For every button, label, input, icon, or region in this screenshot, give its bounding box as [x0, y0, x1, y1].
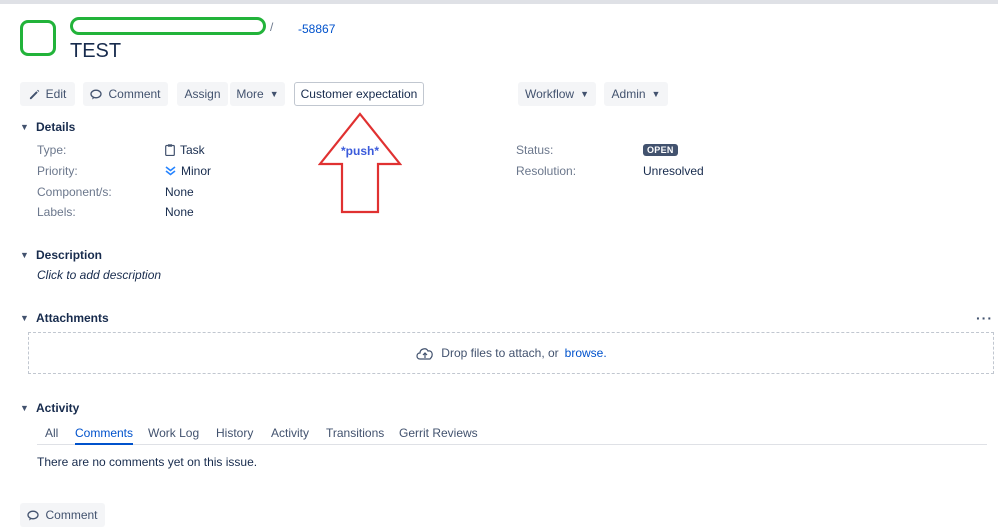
priority-minor-icon	[165, 166, 176, 176]
pencil-icon	[29, 89, 39, 99]
status-badge: OPEN	[643, 144, 678, 156]
tab-all[interactable]: All	[45, 426, 58, 443]
more-button-label: More	[236, 87, 264, 101]
annotation-arrow-up	[318, 112, 402, 214]
workflow-dropdown-button[interactable]: Workflow ▼	[518, 82, 596, 106]
breadcrumb-issue-key[interactable]: -58867	[298, 22, 335, 36]
dropzone-text: Drop files to attach, or	[441, 346, 559, 360]
type-value: Task	[165, 143, 205, 157]
more-dropdown-button[interactable]: More ▼	[230, 82, 285, 106]
priority-label: Priority:	[37, 164, 78, 178]
cloud-upload-icon	[416, 348, 434, 360]
chevron-down-icon: ▼	[20, 122, 29, 132]
annotation-label: *push*	[340, 144, 379, 158]
top-border	[0, 0, 998, 4]
admin-dropdown-button[interactable]: Admin ▼	[604, 82, 668, 106]
tab-work-log[interactable]: Work Log	[148, 426, 199, 443]
tab-activity[interactable]: Activity	[271, 426, 309, 443]
add-comment-button-label: Comment	[45, 508, 98, 522]
comment-icon	[27, 510, 40, 520]
description-heading: Description	[36, 248, 103, 262]
page-title: TEST	[70, 40, 122, 62]
chevron-down-icon: ▼	[269, 89, 279, 99]
browse-link[interactable]: browse.	[565, 346, 607, 360]
status-label: Status:	[516, 143, 554, 157]
attachments-heading: Attachments	[36, 311, 109, 325]
assign-button-label: Assign	[184, 87, 221, 101]
chevron-down-icon: ▼	[580, 89, 590, 99]
add-comment-button[interactable]: Comment	[20, 503, 105, 527]
customer-expectation-label: Customer expectation	[300, 87, 418, 101]
components-label: Component/s:	[37, 185, 112, 199]
priority-value-text: Minor	[181, 164, 212, 178]
workflow-button-label: Workflow	[524, 87, 575, 101]
chevron-down-icon: ▼	[20, 403, 29, 413]
details-heading: Details	[36, 120, 76, 134]
comment-icon	[90, 89, 103, 99]
labels-value: None	[165, 205, 194, 219]
tab-gerrit-reviews[interactable]: Gerrit Reviews	[399, 426, 478, 443]
comment-button-label: Comment	[108, 87, 161, 101]
customer-expectation-button[interactable]: Customer expectation	[294, 82, 424, 106]
type-label: Type:	[37, 143, 67, 157]
attachments-section-toggle[interactable]: ▼ Attachments	[20, 311, 109, 325]
edit-button[interactable]: Edit	[20, 82, 75, 106]
comment-button[interactable]: Comment	[83, 82, 168, 106]
admin-button-label: Admin	[611, 87, 646, 101]
resolution-value: Unresolved	[643, 164, 704, 178]
description-section-toggle[interactable]: ▼ Description	[20, 248, 102, 262]
type-value-text: Task	[180, 143, 205, 157]
edit-button-label: Edit	[45, 87, 67, 101]
priority-value: Minor	[165, 164, 211, 178]
attachment-dropzone[interactable]: Drop files to attach, or browse.	[28, 332, 994, 374]
chevron-down-icon: ▼	[20, 250, 29, 260]
details-section-toggle[interactable]: ▼ Details	[20, 120, 75, 134]
project-avatar-redacted	[20, 20, 56, 56]
activity-section-toggle[interactable]: ▼ Activity	[20, 401, 79, 415]
labels-label: Labels:	[37, 205, 76, 219]
tab-comments[interactable]: Comments	[75, 426, 134, 445]
tab-transitions[interactable]: Transitions	[326, 426, 384, 443]
empty-comments-message: There are no comments yet on this issue.	[37, 455, 258, 469]
activity-heading: Activity	[36, 401, 80, 415]
description-placeholder[interactable]: Click to add description	[37, 268, 161, 282]
clipboard-icon	[165, 144, 175, 156]
components-value: None	[165, 185, 194, 199]
tab-history[interactable]: History	[216, 426, 253, 443]
more-options-icon[interactable]: ···	[976, 310, 993, 326]
chevron-down-icon: ▼	[20, 313, 29, 323]
assign-button[interactable]: Assign	[177, 82, 228, 106]
resolution-label: Resolution:	[516, 164, 577, 178]
chevron-down-icon: ▼	[651, 89, 661, 99]
breadcrumb-separator: /	[270, 20, 274, 34]
breadcrumb-project-redacted[interactable]	[70, 17, 266, 35]
activity-tabs: All Comments Work Log History Activity T…	[37, 426, 987, 445]
